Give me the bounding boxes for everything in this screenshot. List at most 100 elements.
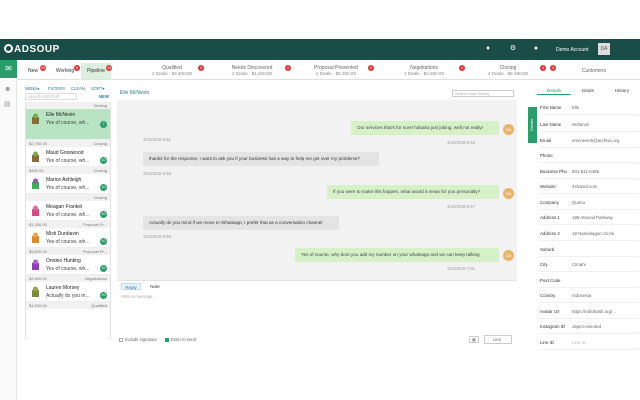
group-header: Closing [26,102,110,109]
message-time: 3/31/2018 6:55 [143,171,171,176]
field-line-id[interactable]: Line ID Line ID [539,337,639,350]
globe-icon[interactable]: ● [532,45,540,53]
tab-note[interactable]: Note [145,283,165,290]
stage-customers[interactable]: Customers 2 [548,63,640,80]
field-country[interactable]: Country Indonesia [539,290,639,303]
field-address-1[interactable]: Address 1 189 Atwood Parkway [539,212,639,225]
field-last-name[interactable]: Last Name McNevin [539,119,639,132]
stage-qualified[interactable]: Qualified 2 Deals · $3,400.00 2 [132,63,212,80]
unread-count: 10 [100,184,107,191]
unread-count: 10 [100,292,107,299]
composer: Reply Note Write a message... [117,280,517,335]
contact-list: Closing Elle McNevin Yes of course, wh..… [25,102,111,340]
stage-closing[interactable]: Closing 4 Deals · $9,480.00 4 [468,63,548,80]
group-header: $480.00 Closing [26,167,110,174]
unread-count: 10 [100,265,107,272]
avatar [32,259,39,270]
chat-contact-name[interactable]: Elle McNevin [120,90,149,96]
field-website[interactable]: Website 4shared.com [539,181,639,194]
message-time: 3/31/2018 7:01 [447,266,475,271]
account-name[interactable]: Demo Account [556,47,589,53]
bell-icon[interactable]: ♦ [484,45,492,53]
sort-dropdown[interactable]: SORT▾ [91,86,105,91]
unread-count: 10 [100,238,107,245]
stage-negotiations[interactable]: Negotiations 1 Deals · $2,550.00 1 [380,63,468,80]
message-input[interactable]: Write a message... [121,294,156,299]
message-bubble: Actually do you mind if we move to Whats… [143,216,339,230]
avatar[interactable]: DA [598,43,610,55]
field-instagram-id[interactable]: Instagram ID object-oriented [539,321,639,334]
include-signature-checkbox[interactable]: Include signature [119,337,157,342]
field-first-name[interactable]: First Name Elle [539,102,639,115]
list-search-input[interactable]: Search ADSOUP [25,93,77,100]
app-logo[interactable]: ADSOUP [4,44,60,55]
list-item[interactable]: Maud Grisswood Yes of course, wh... 10 [26,147,110,167]
clean-button[interactable]: CLEAN [71,86,85,91]
unread-count: 10 [100,157,107,164]
details-tabs: Details Deals History [537,86,640,95]
avatar: DA [503,124,514,135]
new-button[interactable]: NEW [99,94,109,99]
tab-reply[interactable]: Reply [121,283,141,290]
pipeline-bar: Qualified 2 Deals · $3,400.00 2 Needs Disc… [17,63,640,80]
avatar [32,286,39,297]
field-email[interactable]: Email emcnevin0@archive.org [539,135,639,148]
list-item[interactable]: Misti Dunbavin Yes of course, wh... 10 [26,228,110,248]
group-header: $1,200.00 Proposal Pr... [26,221,110,228]
list-item[interactable]: Lauren Morsey Actually do you m... 10 [26,282,110,302]
top-bar: ADSOUP ♦ ⚙ ● Demo Account DA [0,39,640,60]
send-channel-dropdown[interactable]: Line [484,335,512,344]
message-time: 3/31/2018 6:59 [143,234,171,239]
avatar: DA [503,188,514,199]
unread-count: 7 [100,121,107,128]
field-address-2[interactable]: Address 2 18 Namekagon Circle [539,228,639,241]
group-header: Closing [26,194,110,201]
avatar [32,113,39,124]
filters-button[interactable]: FILTERS [48,86,65,91]
users-icon[interactable]: ☻ [4,86,11,93]
message-bubble: If you were to make this happen, what wo… [327,185,499,199]
field-phone[interactable]: Phone [539,150,639,163]
message-bubble: Yes of course, why dont you add my numbe… [295,248,499,262]
chart-icon[interactable]: ▤ [4,100,11,108]
field-city[interactable]: City Cimahi [539,259,639,272]
avatar [32,178,39,189]
list-item[interactable]: Elle McNevin Yes of course, wh... 7 [26,109,110,140]
stage-proposal-presented[interactable]: Proposal Presented 2 Deals · $9,300.00 2 [292,63,380,80]
list-controls: MENU▾ FILTERS CLEAN SORT▾ Search ADSOUP … [25,86,113,102]
chat-search-input[interactable]: Search chat history [452,90,514,97]
message-time: 3/31/2018 6:51 [143,137,171,142]
tab-deals[interactable]: Deals [571,86,605,95]
message-bubble: thanks for the response, I want to ask y… [143,152,379,166]
list-item[interactable]: Meagan Frankel Yes of course, wh... 10 [26,201,110,221]
group-header: $1,200.00 Qualified [26,302,110,309]
details-panel: Details Deals History Details First Name… [528,86,640,400]
gear-icon[interactable]: ⚙ [509,45,517,53]
menu-dropdown[interactable]: MENU▾ [25,86,39,91]
list-item[interactable]: Onoleo Hunting Yes of course, wh... 10 [26,255,110,275]
field-business-phone[interactable]: Business Pho 801-511-6495 [539,166,639,179]
logo-mark-icon [4,44,13,53]
group-header: $2,750.00 Closing [26,140,110,147]
chat-thread: 3/31/2018 6:51 Our services that's for s… [117,100,517,280]
tab-details[interactable]: Details [537,86,571,95]
avatar: DA [503,250,514,261]
field-post-code[interactable]: Post Code [539,275,639,288]
avatar [32,205,39,216]
avatar [32,151,39,162]
unread-count: 10 [100,211,107,218]
tab-history[interactable]: History [605,86,639,95]
calendar-icon[interactable]: ▦ [469,336,479,343]
enter-to-send-checkbox[interactable]: Enter to send [165,337,196,342]
stage-needs-discovered[interactable]: Needs Discovered 2 Deals · $1,200.00 2 [212,63,292,80]
message-time: 3/31/2018 6:53 [447,140,475,145]
field-suburb[interactable]: Suburb [539,244,639,257]
list-item[interactable]: Marice Ashleigh Yes of course, wh... 10 [26,174,110,194]
group-header: $2,600.00 Negotiations [26,275,110,282]
field-avatar-url[interactable]: Avatar Url https://robohash.org/... [539,306,639,319]
details-side-tab[interactable]: Details [528,107,537,143]
field-company[interactable]: Company Quimu [539,197,639,210]
message-bubble: Our services that's for sure! hahaha jus… [351,121,499,135]
inbox-icon[interactable]: ✉ [0,60,17,78]
composer-footer: Include signature Enter to send ▦ Line [117,335,517,345]
